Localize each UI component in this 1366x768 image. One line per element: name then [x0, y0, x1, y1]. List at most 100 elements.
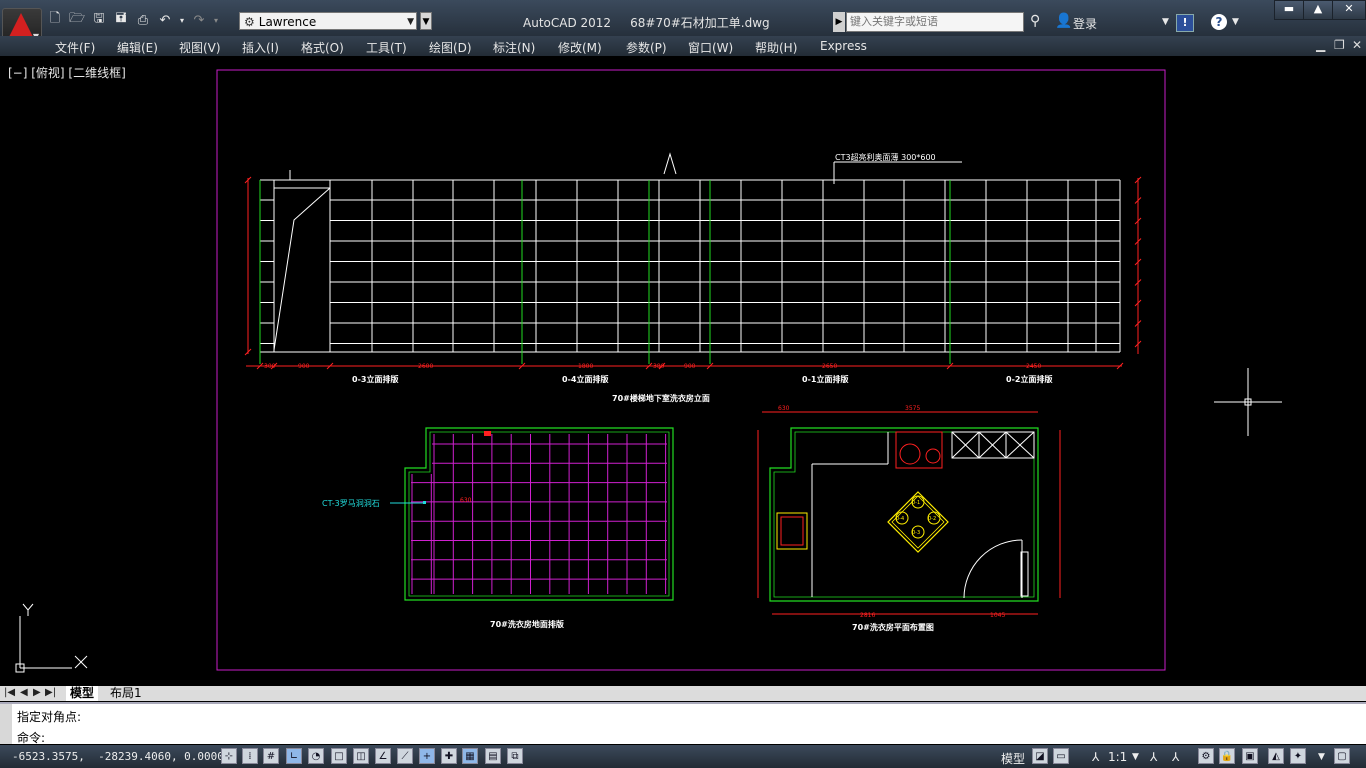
menu-dimension[interactable]: 标注(N) — [493, 39, 535, 56]
selection-cycling-icon[interactable]: ⧉ — [507, 748, 523, 764]
drawing-canvas[interactable]: 300 900 2600 1800 380 900 2650 2450 0-3立… — [2, 58, 1364, 686]
undo-dropdown-icon[interactable]: ▾ — [178, 11, 186, 29]
viewport-label[interactable]: [−] [俯视] [二维线框] — [8, 64, 126, 81]
layout-frame — [216, 69, 1166, 671]
tab-prev-icon[interactable]: ◀ — [20, 687, 28, 698]
quick-view-layouts-icon[interactable]: ◪ — [1032, 748, 1048, 764]
doc-restore-button[interactable]: ❐ — [1334, 38, 1345, 52]
chevron-down-icon[interactable]: ▼ — [1132, 752, 1139, 762]
menu-tools[interactable]: 工具(T) — [366, 39, 407, 56]
quick-view-drawings-icon[interactable]: ▭ — [1053, 748, 1069, 764]
hardware-acceleration-icon[interactable]: ▣ — [1242, 748, 1258, 764]
open-folder-icon[interactable]: 🗁 — [68, 11, 86, 29]
menu-file[interactable]: 文件(F) — [55, 39, 95, 56]
object-snap-icon[interactable]: □ — [331, 748, 347, 764]
gear-icon: ⚙ — [244, 15, 255, 29]
tab-last-icon[interactable]: ▶| — [45, 687, 56, 698]
elevation-label-0-1: 0-1立面排版 — [802, 374, 848, 384]
tab-next-icon[interactable]: ▶ — [33, 687, 41, 698]
dim-text: 1800 — [578, 363, 593, 370]
help-icon[interactable]: ? — [1211, 14, 1227, 30]
menu-help[interactable]: 帮助(H) — [755, 39, 797, 56]
menu-draw[interactable]: 绘图(D) — [429, 39, 472, 56]
doc-close-button[interactable]: ✕ — [1352, 38, 1362, 52]
redo-dropdown-icon[interactable]: ▾ — [212, 11, 220, 29]
command-prompt[interactable]: 命令: — [17, 729, 45, 746]
floor-tile-plan: CT-3罗马洞洞石 630 70#洗衣房地面排版 — [322, 427, 674, 629]
dynamic-ucs-icon[interactable]: ⟋ — [397, 748, 413, 764]
doc-minimize-button[interactable]: ▁ — [1316, 38, 1325, 52]
stair-outline — [273, 187, 331, 351]
clean-screen-icon[interactable]: ▢ — [1334, 748, 1350, 764]
command-grip[interactable] — [0, 704, 12, 744]
annotation-scale[interactable]: 1:1 — [1108, 750, 1127, 764]
menu-edit[interactable]: 编辑(E) — [117, 39, 158, 56]
chevron-down-icon: ▼ — [407, 17, 414, 27]
room-layout-plan: 0-1 0-2 0-3 0-4 630 3575 2816 1045 70#洗衣… — [757, 405, 1061, 632]
floor-tile-grid — [411, 434, 667, 594]
dynamic-input-icon[interactable]: + — [419, 748, 435, 764]
close-button[interactable]: ✕ — [1332, 0, 1366, 20]
infer-constraints-icon[interactable]: ⊹ — [221, 748, 237, 764]
binoculars-icon[interactable]: ⚲ — [1030, 13, 1040, 29]
auto-scale-icon[interactable]: ⅄ — [1172, 750, 1179, 764]
elevation-drawing: 300 900 2600 1800 380 900 2650 2450 0-3立… — [244, 152, 1142, 403]
workspace-combo[interactable]: ⚙ Lawrence ▼ — [239, 12, 417, 30]
menu-window[interactable]: 窗口(W) — [688, 39, 733, 56]
quick-properties-icon[interactable]: ▤ — [485, 748, 501, 764]
tab-layout1[interactable]: 布局1 — [106, 686, 146, 701]
annotation-scale-icon[interactable]: ⅄ — [1092, 750, 1099, 764]
tab-first-icon[interactable]: |◀ — [4, 687, 15, 698]
menu-express[interactable]: Express — [820, 39, 867, 53]
chevron-down-icon[interactable]: ▼ — [1318, 752, 1325, 762]
menu-parameter[interactable]: 参数(P) — [626, 39, 667, 56]
undo-icon[interactable]: ↶ — [156, 11, 174, 29]
tab-model[interactable]: 模型 — [66, 686, 99, 701]
menu-modify[interactable]: 修改(M) — [558, 39, 602, 56]
exchange-icon[interactable]: ! — [1176, 14, 1194, 32]
menu-format[interactable]: 格式(O) — [301, 39, 344, 56]
model-space-label[interactable]: 模型 — [1001, 750, 1025, 767]
polar-tracking-icon[interactable]: ◔ — [308, 748, 324, 764]
floor-plan-title: 70#洗衣房地面排版 — [490, 619, 564, 629]
dryer-drum — [925, 448, 941, 464]
3d-object-snap-icon[interactable]: ◫ — [353, 748, 369, 764]
floor-note-dot — [423, 501, 426, 504]
lock-icon[interactable]: 🔒 — [1219, 748, 1235, 764]
dim-ticks — [244, 176, 1142, 370]
annotation-visibility-icon[interactable]: ⅄ — [1150, 750, 1157, 764]
maximize-button[interactable]: ▲ — [1303, 0, 1333, 20]
workspace-switch-icon[interactable]: ⚙ — [1198, 748, 1214, 764]
menu-view[interactable]: 视图(V) — [179, 39, 221, 56]
minimize-button[interactable]: ▬ — [1274, 0, 1304, 20]
washer-drum — [899, 443, 921, 465]
object-snap-tracking-icon[interactable]: ∠ — [375, 748, 391, 764]
snap-mode-icon[interactable]: ⁞ — [242, 748, 258, 764]
svg-text:0-4: 0-4 — [896, 516, 904, 522]
elevation-label-0-3: 0-3立面排版 — [352, 374, 398, 384]
crosshair-cursor — [1214, 368, 1282, 436]
drawing-svg[interactable]: 300 900 2600 1800 380 900 2650 2450 0-3立… — [2, 58, 1364, 686]
tile-note: CT3超亮利奥面薄 300*600 — [835, 152, 936, 162]
grid-display-icon[interactable]: # — [263, 748, 279, 764]
print-icon[interactable]: ⎙ — [134, 11, 152, 29]
coordinate-readout[interactable]: -6523.3575, -28239.4060, 0.0000 — [12, 750, 224, 763]
lightbulb-icon[interactable]: ✦ — [1290, 748, 1306, 764]
search-expand-button[interactable]: ▶ — [833, 12, 845, 32]
isolate-objects-icon[interactable]: ◭ — [1268, 748, 1284, 764]
ortho-mode-icon[interactable]: ∟ — [286, 748, 302, 764]
lineweight-icon[interactable]: ✚ — [441, 748, 457, 764]
save-icon[interactable]: 🖫 — [90, 11, 108, 29]
new-file-icon[interactable]: 🗋 — [46, 11, 64, 29]
status-bar: -6523.3575, -28239.4060, 0.0000 ⊹ ⁞ # ∟ … — [0, 745, 1366, 768]
chevron-down-icon[interactable]: ▼ — [1162, 17, 1169, 27]
login-button[interactable]: 登录 — [1073, 15, 1097, 32]
transparency-icon[interactable]: ▦ — [462, 748, 478, 764]
redo-icon[interactable]: ↷ — [190, 11, 208, 29]
help-search-input[interactable] — [846, 12, 1024, 32]
room-outline-inner — [773, 431, 1035, 598]
chevron-down-icon[interactable]: ▼ — [1232, 17, 1239, 27]
customize-qat-button[interactable]: ▼ — [420, 12, 432, 30]
menu-insert[interactable]: 插入(I) — [242, 39, 279, 56]
save-as-icon[interactable]: 🖬 — [112, 11, 130, 29]
